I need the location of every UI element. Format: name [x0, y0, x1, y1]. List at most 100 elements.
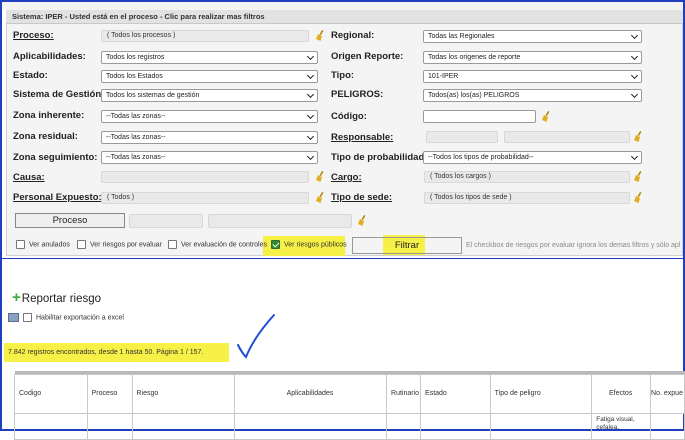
zona-seguimiento-value: --Todas las zonas--	[106, 154, 166, 161]
codigo-label: Código:	[331, 111, 367, 122]
tipo-probabilidad-label: Tipo de probabilidad:	[331, 152, 428, 163]
cell-riesgo	[131, 412, 235, 440]
personal-expuesto-field[interactable]: ( Todos )	[101, 192, 309, 204]
origen-select[interactable]: Todas los origenes de reporte	[423, 51, 642, 64]
tipo-value: 101-IPER	[428, 73, 459, 80]
col-header-rutinario[interactable]: Rutinario	[386, 373, 422, 414]
personal-expuesto-label[interactable]: Personal Expuesto:	[13, 192, 102, 203]
peligros-label: PELIGROS:	[331, 89, 384, 100]
sistema-select[interactable]: Todos los sistemas de gestión	[101, 89, 318, 102]
aplicabilidades-select[interactable]: Todos los registros	[101, 51, 318, 64]
chevron-down-icon	[306, 132, 315, 141]
zona-inherente-value: --Todas las zonas--	[106, 113, 166, 120]
ver-anulados-checkbox[interactable]	[16, 240, 25, 249]
causa-label[interactable]: Causa:	[13, 172, 45, 183]
checkmark-annotation-icon	[237, 314, 275, 359]
tipo-probabilidad-select[interactable]: --Todos los tipos de probabilidad--	[423, 151, 642, 164]
cell-rutinario	[386, 412, 422, 440]
export-excel-option[interactable]: Habilitar exportación a excel	[8, 313, 124, 322]
col-header-proceso[interactable]: Proceso	[86, 373, 133, 414]
clear-proceso-broom-icon[interactable]	[316, 30, 326, 41]
ver-riesgos-publicos-checkbox[interactable]	[271, 240, 280, 249]
table-row[interactable]: Fatiga visual, cefalea,	[14, 412, 685, 440]
zona-residual-label: Zona residual:	[13, 131, 78, 142]
aplicabilidades-label: Aplicabilidades:	[13, 51, 86, 62]
cargo-label[interactable]: Cargo:	[331, 172, 362, 183]
col-header-aplicabilidades[interactable]: Aplicabilidades	[233, 373, 388, 414]
export-excel-label: Habilitar exportación a excel	[36, 314, 124, 322]
regional-select[interactable]: Todas las Regionales	[423, 30, 642, 43]
ver-evaluacion-controles-option[interactable]: Ver evaluación de controles	[168, 240, 267, 252]
aplicabilidades-value: Todos los registros	[106, 54, 165, 61]
clear-tipo-sede-broom-icon[interactable]	[634, 192, 644, 203]
col-header-riesgo[interactable]: Riesgo	[131, 373, 235, 414]
filter-panel-title[interactable]: Sistema: IPER - Usted está en el proceso…	[6, 10, 683, 24]
risk-table: Codigo Proceso Riesgo Aplicabilidades Ru…	[14, 371, 685, 440]
ver-anulados-option[interactable]: Ver anulados	[16, 240, 70, 252]
export-excel-checkbox[interactable]	[23, 313, 32, 322]
ver-riesgos-publicos-label: Ver riesgos públicos	[284, 241, 347, 249]
cell-estado	[420, 412, 491, 440]
plus-icon: +	[12, 289, 21, 306]
responsable-label[interactable]: Responsable:	[331, 132, 393, 143]
col-header-efectos[interactable]: Efectos	[591, 373, 652, 414]
peligros-select[interactable]: Todos(as) los(as) PELIGROS	[423, 89, 642, 102]
filtrar-button[interactable]: Filtrar	[352, 237, 462, 254]
chevron-down-icon	[306, 90, 315, 99]
tipo-select[interactable]: 101-IPER	[423, 70, 642, 83]
clear-proceso-button-broom-icon[interactable]	[358, 215, 368, 226]
zona-residual-select[interactable]: --Todas las zonas--	[101, 131, 318, 144]
zona-seguimiento-select[interactable]: --Todas las zonas--	[101, 151, 318, 164]
responsable-code-field[interactable]	[426, 131, 498, 143]
proceso-button[interactable]: Proceso	[15, 213, 125, 228]
proceso-field[interactable]: ( Todos los procesos )	[101, 30, 309, 42]
clear-codigo-broom-icon[interactable]	[542, 111, 552, 122]
reportar-riesgo-link[interactable]: +Reportar riesgo	[12, 289, 101, 306]
proceso-code-field[interactable]	[129, 214, 203, 228]
estado-select[interactable]: Todos los Estados	[101, 70, 318, 83]
chevron-down-icon	[630, 71, 639, 80]
chevron-down-icon	[306, 111, 315, 120]
clear-cargo-broom-icon[interactable]	[634, 171, 644, 182]
tipo-sede-label[interactable]: Tipo de sede:	[331, 192, 392, 203]
chevron-down-icon	[630, 31, 639, 40]
origen-label: Origen Reporte:	[331, 51, 404, 62]
tipo-label: Tipo:	[331, 70, 355, 81]
zona-seguimiento-label: Zona seguimiento:	[13, 152, 98, 163]
zona-inherente-select[interactable]: --Todas las zonas--	[101, 110, 318, 123]
codigo-input[interactable]	[423, 110, 536, 123]
cargo-field[interactable]: ( Todos los cargos )	[424, 171, 630, 183]
section-separator	[2, 258, 683, 259]
proceso-name-field[interactable]	[208, 214, 352, 228]
ver-evaluacion-controles-checkbox[interactable]	[168, 240, 177, 249]
cell-proceso	[86, 412, 133, 440]
estado-label: Estado:	[13, 70, 48, 81]
chevron-down-icon	[306, 52, 315, 61]
col-header-no-expuestos[interactable]: No. expue	[650, 373, 685, 414]
cell-tipo-peligro	[489, 412, 593, 440]
regional-label: Regional:	[331, 30, 375, 41]
clear-responsable-broom-icon[interactable]	[634, 131, 644, 142]
chevron-down-icon	[630, 52, 639, 61]
clear-personal-broom-icon[interactable]	[316, 192, 326, 203]
responsable-name-field[interactable]	[504, 131, 630, 143]
table-header-row: Codigo Proceso Riesgo Aplicabilidades Ru…	[14, 373, 685, 414]
clear-causa-broom-icon[interactable]	[316, 171, 326, 182]
records-count: 7.842 registros encontrados, desde 1 has…	[4, 343, 229, 362]
regional-value: Todas las Regionales	[428, 33, 495, 40]
reportar-riesgo-label: Reportar riesgo	[21, 293, 102, 305]
cell-codigo	[14, 412, 88, 440]
chevron-down-icon	[306, 71, 315, 80]
col-header-codigo[interactable]: Codigo	[14, 373, 88, 414]
ver-riesgos-evaluar-checkbox[interactable]	[77, 240, 86, 249]
ver-evaluacion-controles-label: Ver evaluación de controles	[181, 241, 267, 249]
ver-riesgos-evaluar-label: Ver riesgos por evaluar	[90, 241, 162, 249]
proceso-label[interactable]: Proceso:	[13, 30, 54, 41]
col-header-tipo-peligro[interactable]: Tipo de peligro	[489, 373, 593, 414]
zona-residual-value: --Todas las zonas--	[106, 134, 166, 141]
tipo-sede-field[interactable]: ( Todos los tipos de sede )	[424, 192, 630, 204]
ver-riesgos-evaluar-option[interactable]: Ver riesgos por evaluar	[77, 240, 162, 252]
ver-riesgos-publicos-option[interactable]: Ver riesgos públicos	[271, 240, 347, 252]
causa-field[interactable]	[101, 171, 309, 183]
col-header-estado[interactable]: Estado	[420, 373, 491, 414]
